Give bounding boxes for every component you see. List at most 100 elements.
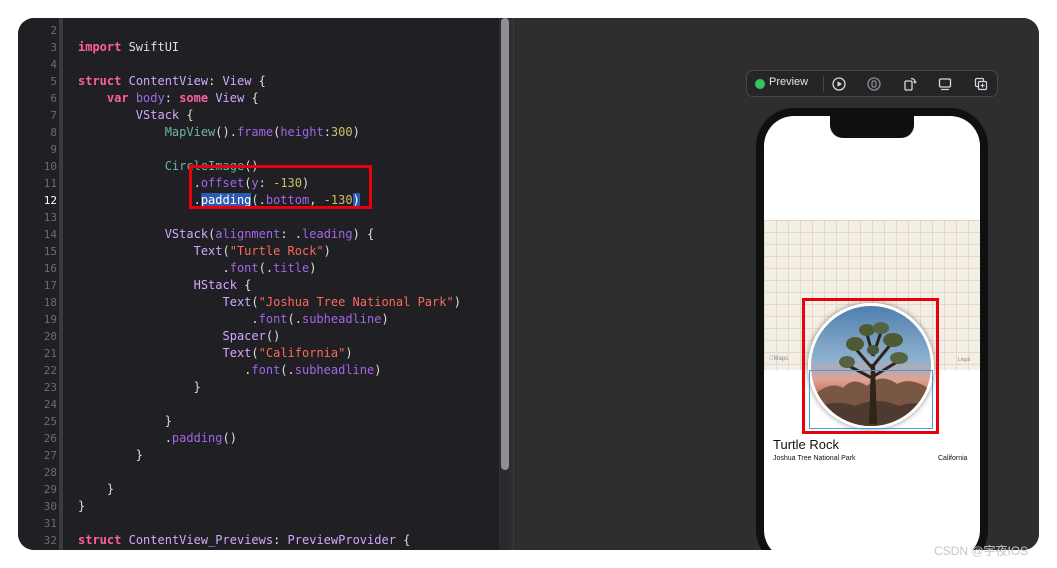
code-token: struct — [78, 74, 122, 88]
line-number: 32 — [43, 534, 57, 547]
code-line[interactable]: 20 Spacer() — [18, 328, 499, 345]
code-token: struct — [78, 533, 122, 547]
code-token: (. — [280, 363, 295, 377]
code-token: } — [164, 414, 172, 428]
preview-canvas: Preview Maps Legal Turtle Rock Joshua Tr… — [514, 18, 1039, 550]
code-text: var body: some View { — [78, 90, 259, 107]
code-line[interactable]: 2 — [18, 22, 499, 39]
code-editor[interactable]: 2 3 import SwiftUI 4 5 struct ContentView: Vi… — [18, 18, 499, 550]
code-token: } — [78, 499, 86, 513]
code-text: Spacer() — [78, 328, 281, 345]
code-token: } — [135, 448, 144, 462]
code-line[interactable]: 14 VStack(alignment: .leading) { — [18, 226, 499, 243]
live-play-icon[interactable] — [831, 76, 847, 92]
code-token: . — [78, 363, 252, 377]
code-token: Spacer — [222, 329, 266, 343]
code-line[interactable]: 24 — [18, 396, 499, 413]
line-number: 27 — [43, 449, 57, 462]
code-line[interactable]: 17 HStack { — [18, 277, 499, 294]
code-token: View — [222, 74, 252, 88]
code-token: alignment — [215, 227, 281, 241]
code-token: "California" — [258, 346, 346, 360]
preview-label[interactable]: Preview — [769, 76, 808, 88]
park-name: Joshua Tree National Park — [773, 455, 856, 462]
code-line[interactable]: 28 — [18, 464, 499, 481]
code-line[interactable]: 6 var body: some View { — [18, 90, 499, 107]
code-line[interactable]: 9 — [18, 141, 499, 158]
code-line[interactable]: 18 Text("Joshua Tree National Park") — [18, 294, 499, 311]
device-notch — [830, 116, 914, 138]
code-line[interactable]: 22 .font(.subheadline) — [18, 362, 499, 379]
rotate-device-icon[interactable] — [902, 76, 918, 92]
code-line[interactable]: 25 } — [18, 413, 499, 430]
code-line[interactable]: 27 } — [18, 447, 499, 464]
code-line[interactable]: 13 — [18, 209, 499, 226]
code-text: } — [78, 498, 85, 515]
code-token: ) — [309, 261, 317, 275]
code-line[interactable]: 26 .padding() — [18, 430, 499, 447]
code-token: { — [244, 91, 259, 105]
code-line[interactable]: 15 Text("Turtle Rock") — [18, 243, 499, 260]
code-line[interactable]: 29 } — [18, 481, 499, 498]
code-text: } — [78, 379, 201, 396]
xcode-window: 2 3 import SwiftUI 4 5 struct ContentView: Vi… — [18, 18, 1039, 550]
code-token: font — [229, 261, 259, 275]
code-token: (. — [287, 312, 302, 326]
code-token: ) { — [352, 227, 375, 241]
selectable-icon[interactable] — [866, 76, 882, 92]
code-text: Text("California") — [78, 345, 353, 362]
code-line[interactable]: 16 .font(.title) — [18, 260, 499, 277]
map-legal-link[interactable]: Legal — [958, 357, 970, 363]
line-number: 23 — [43, 381, 57, 394]
toolbar-divider — [823, 76, 824, 92]
line-number: 19 — [43, 313, 57, 326]
code-text: VStack { — [78, 107, 194, 124]
line-number: 21 — [43, 347, 57, 360]
code-token: : — [323, 125, 331, 139]
code-text: } — [78, 413, 172, 430]
code-token: { — [179, 108, 194, 122]
code-token: { — [395, 533, 411, 547]
code-line[interactable]: 4 — [18, 56, 499, 73]
code-token: View — [215, 91, 245, 105]
duplicate-preview-icon[interactable] — [973, 76, 989, 92]
code-token: ) — [374, 363, 382, 377]
line-number: 14 — [43, 228, 57, 241]
line-number: 26 — [43, 432, 57, 445]
code-token: ) — [323, 244, 331, 258]
code-line[interactable]: 32 struct ContentView_Previews: PreviewPr… — [18, 532, 499, 549]
code-text: .font(.subheadline) — [78, 362, 381, 379]
code-line[interactable]: 5 struct ContentView: View { — [18, 73, 499, 90]
code-line[interactable]: 23 } — [18, 379, 499, 396]
code-token: padding — [171, 431, 223, 445]
code-line[interactable]: 7 VStack { — [18, 107, 499, 124]
code-line[interactable]: 21 Text("California") — [18, 345, 499, 362]
code-line[interactable]: 30} — [18, 498, 499, 515]
device-screen: Maps Legal — [764, 116, 980, 550]
code-token: SwiftUI — [121, 40, 180, 54]
image-annotation-box — [802, 298, 939, 434]
code-line[interactable]: 8 MapView().frame(height:300) — [18, 124, 499, 141]
device-settings-icon[interactable] — [937, 76, 953, 92]
code-token: "Joshua Tree National Park" — [258, 295, 454, 309]
editor-scrollbar-thumb[interactable] — [501, 18, 509, 470]
code-line[interactable]: 19 .font(.subheadline) — [18, 311, 499, 328]
code-line[interactable]: 3 import SwiftUI — [18, 39, 499, 56]
code-text: VStack(alignment: .leading) { — [78, 226, 375, 243]
line-number: 17 — [43, 279, 57, 292]
code-line[interactable]: 31 — [18, 515, 499, 532]
code-token: (). — [215, 125, 237, 139]
watermark: CSDN @宇夜IOS — [934, 544, 1029, 558]
code-token: } — [106, 482, 115, 496]
code-token: subheadline — [294, 363, 375, 377]
code-token: ) — [453, 295, 461, 309]
landmark-title: Turtle Rock — [773, 437, 839, 452]
code-token: PreviewProvider — [287, 533, 396, 547]
code-token: ( — [222, 244, 230, 258]
